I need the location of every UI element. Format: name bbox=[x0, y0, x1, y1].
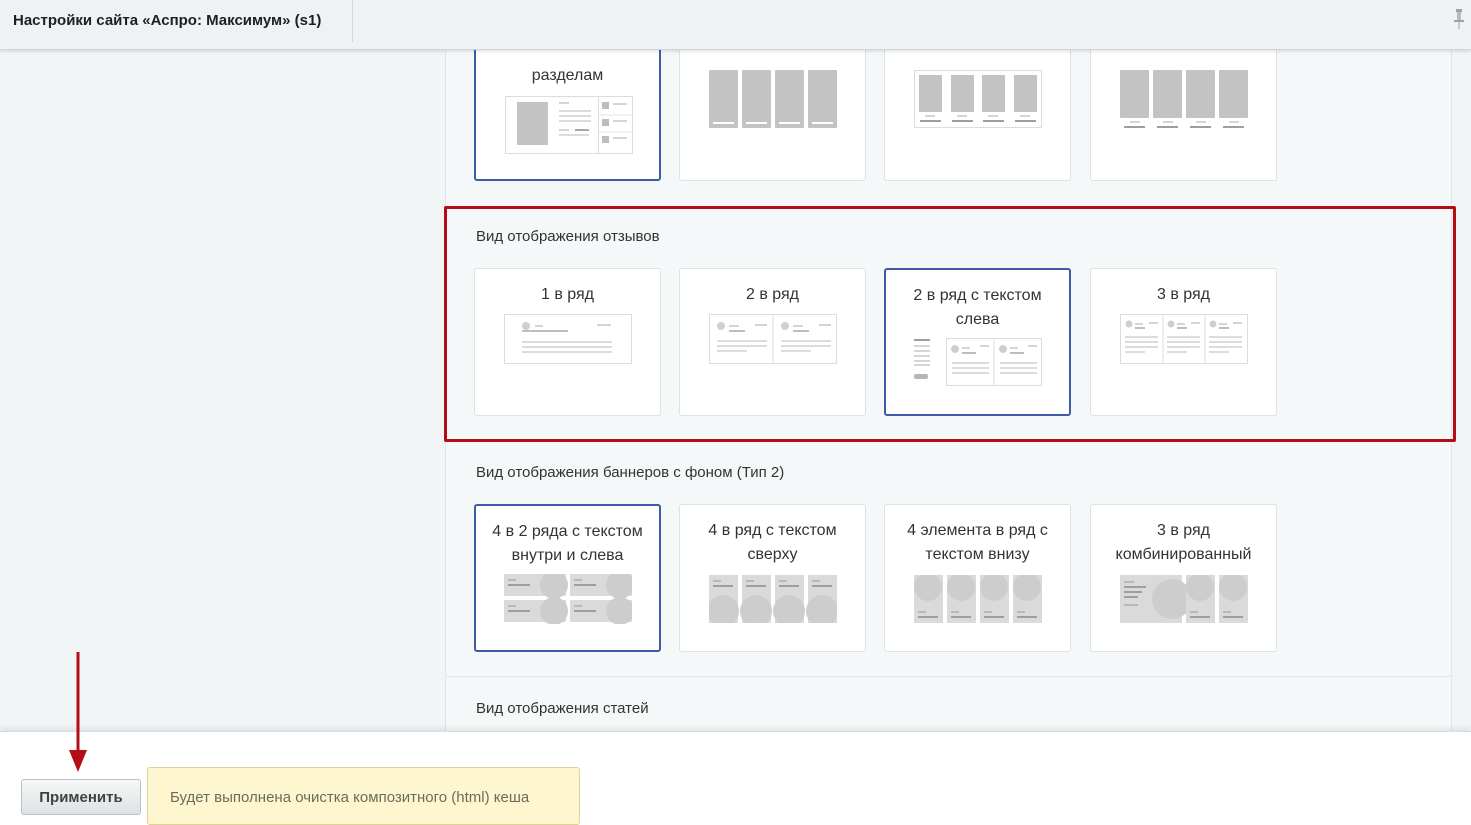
layout-preview bbox=[505, 96, 633, 154]
option-label: разделам bbox=[531, 67, 604, 84]
option-label: 3 в ряд комбинированный bbox=[1115, 522, 1252, 563]
option-card[interactable] bbox=[679, 33, 866, 181]
option-card[interactable] bbox=[1090, 33, 1277, 181]
section-title-banners: Вид отображения баннеров с фоном (Тип 2) bbox=[476, 464, 785, 481]
option-label: 2 в ряд с текстом слева bbox=[913, 287, 1042, 328]
arrow-down-icon bbox=[69, 652, 87, 772]
window-title[interactable]: Настройки сайта «Аспро: Максимум» (s1) bbox=[0, 0, 353, 42]
layout-preview bbox=[709, 575, 837, 623]
option-reviews-2-row-text-left[interactable]: 2 в ряд с текстом слева bbox=[884, 268, 1071, 416]
layout-preview bbox=[504, 314, 632, 364]
layout-preview bbox=[709, 314, 837, 364]
option-sections-card[interactable]: разделам bbox=[474, 33, 661, 181]
section-title-reviews: Вид отображения отзывов bbox=[476, 228, 660, 245]
option-banners-3-row-combined[interactable]: 3 в ряд комбинированный bbox=[1090, 504, 1277, 652]
option-banners-4-row-bottom[interactable]: 4 элемента в ряд с текстом внизу bbox=[884, 504, 1071, 652]
option-label: 4 элемента в ряд с текстом внизу bbox=[907, 522, 1048, 563]
layout-preview bbox=[914, 338, 1042, 386]
section-title-articles: Вид отображения статей bbox=[476, 700, 649, 717]
option-reviews-2-row[interactable]: 2 в ряд bbox=[679, 268, 866, 416]
layout-preview bbox=[914, 70, 1042, 128]
option-label: 4 в ряд с текстом сверху bbox=[708, 522, 837, 563]
layout-preview bbox=[709, 70, 837, 128]
option-label: 3 в ряд bbox=[1156, 286, 1210, 303]
option-banners-4-row-top[interactable]: 4 в ряд с текстом сверху bbox=[679, 504, 866, 652]
pin-icon[interactable] bbox=[1453, 8, 1465, 30]
apply-button[interactable]: Применить bbox=[21, 779, 141, 815]
option-reviews-1-row[interactable]: 1 в ряд bbox=[474, 268, 661, 416]
option-label: 1 в ряд bbox=[540, 286, 594, 303]
layout-preview bbox=[914, 575, 1042, 623]
layout-preview bbox=[1120, 575, 1248, 623]
layout-preview bbox=[504, 574, 632, 624]
layout-preview bbox=[1120, 70, 1248, 128]
option-card[interactable] bbox=[884, 33, 1071, 181]
cache-notice: Будет выполнена очистка композитного (ht… bbox=[147, 767, 580, 825]
option-reviews-3-row[interactable]: 3 в ряд bbox=[1090, 268, 1277, 416]
option-label: 2 в ряд bbox=[745, 286, 799, 303]
layout-preview bbox=[1120, 314, 1248, 364]
option-banners-4-in-2-rows[interactable]: 4 в 2 ряда с текстом внутри и слева bbox=[474, 504, 661, 652]
settings-header: Настройки сайта «Аспро: Максимум» (s1) bbox=[0, 0, 1471, 50]
option-label: 4 в 2 ряда с текстом внутри и слева bbox=[492, 523, 643, 564]
